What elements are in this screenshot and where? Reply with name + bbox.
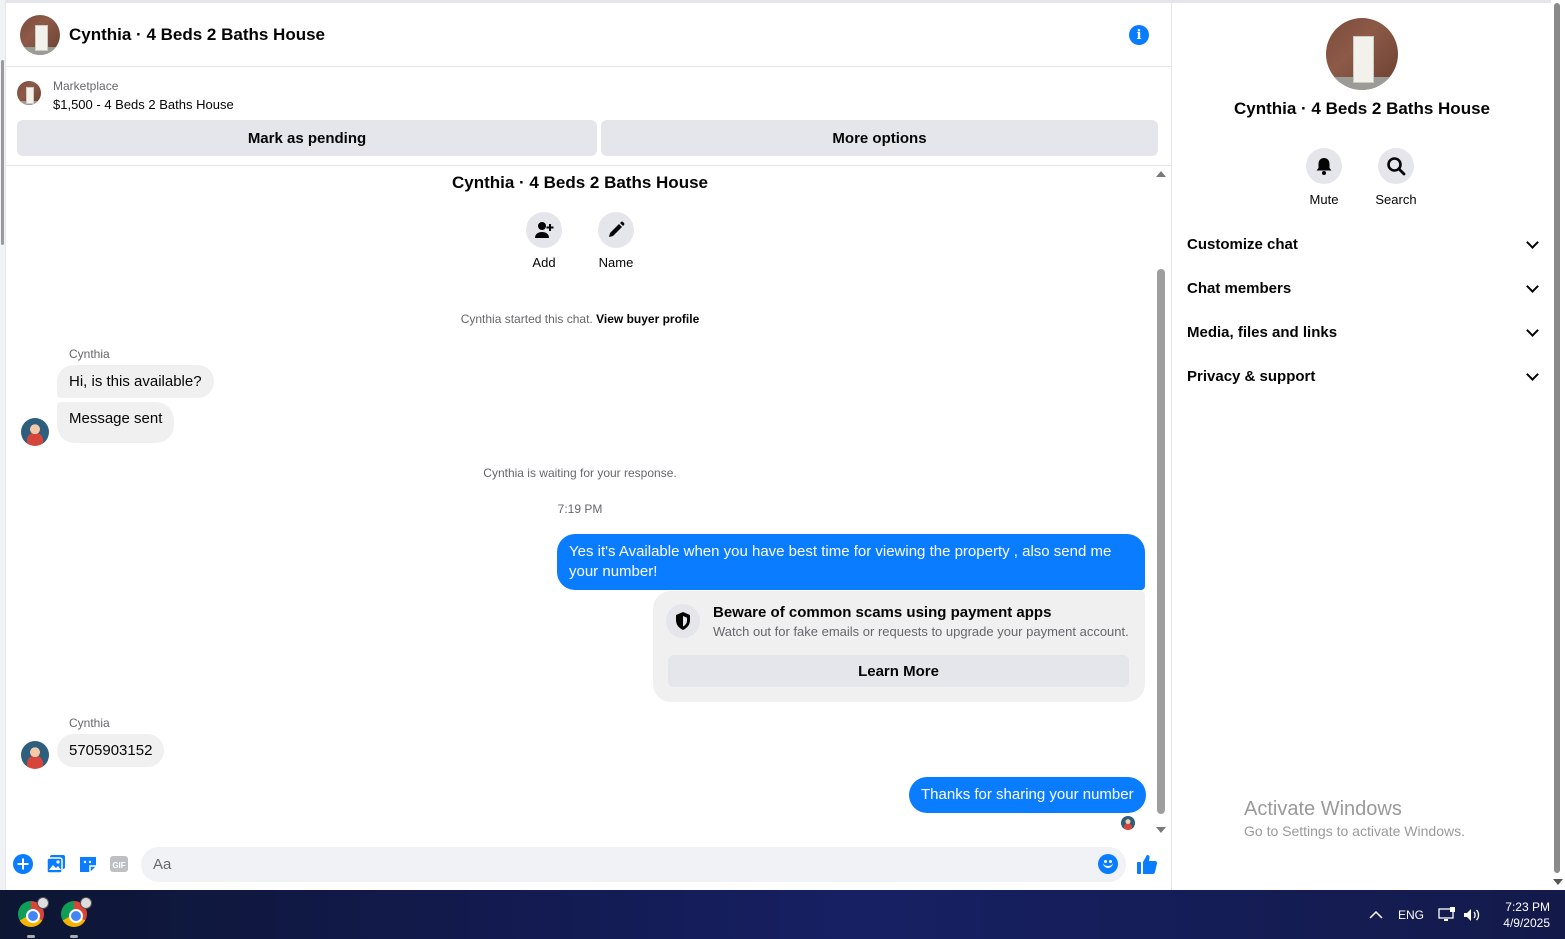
- name-chat-button[interactable]: Name: [586, 212, 646, 270]
- details-avatar[interactable]: [1326, 18, 1398, 90]
- gif-icon[interactable]: GIF: [109, 854, 129, 874]
- chat-scrollbar[interactable]: [1155, 171, 1167, 833]
- watermark-title: Activate Windows: [1244, 798, 1402, 820]
- chevron-down-icon[interactable]: [1527, 283, 1537, 293]
- active-indicator: [27, 935, 35, 938]
- activate-windows-watermark: Activate Windows Go to Settings to activ…: [1244, 798, 1465, 839]
- mute-label: Mute: [1309, 192, 1339, 207]
- chevron-down-icon[interactable]: [1527, 239, 1537, 249]
- active-indicator: [70, 935, 78, 938]
- add-people-button[interactable]: Add: [514, 212, 574, 270]
- bell-icon[interactable]: [1306, 148, 1342, 184]
- window-scrollbar[interactable]: [1551, 0, 1565, 890]
- window-scroll-thumb[interactable]: [1554, 3, 1560, 873]
- svg-text:GIF: GIF: [112, 861, 125, 870]
- chat-title[interactable]: Cynthia · 4 Beds 2 Baths House: [69, 25, 325, 45]
- pencil-icon[interactable]: [598, 212, 634, 248]
- marketplace-label: Marketplace: [53, 79, 119, 93]
- more-options-button[interactable]: More options: [601, 120, 1158, 156]
- conversation-title: Cynthia · 4 Beds 2 Baths House: [451, 173, 708, 192]
- sender-avatar[interactable]: [21, 741, 49, 769]
- sender-name: Cynthia: [69, 716, 110, 730]
- photo-icon[interactable]: [46, 854, 66, 874]
- view-buyer-profile-link[interactable]: View buyer profile: [596, 312, 699, 326]
- chat-scroll-thumb[interactable]: [1157, 269, 1165, 814]
- taskbar: ENG 7:23 PM 4/9/2025: [0, 890, 1565, 939]
- outgoing-message[interactable]: Thanks for sharing your number: [909, 777, 1146, 813]
- chrome-taskbar-icon[interactable]: [61, 897, 92, 927]
- incoming-message[interactable]: Message sent: [57, 402, 175, 443]
- section-label: Privacy & support: [1187, 367, 1316, 385]
- sticker-icon[interactable]: [78, 854, 98, 874]
- add-label: Add: [532, 255, 556, 270]
- profile-badge-icon: [80, 897, 92, 909]
- read-receipt-avatar: [1121, 816, 1135, 830]
- chrome-taskbar-icon[interactable]: [18, 897, 49, 927]
- search-icon[interactable]: [1378, 148, 1414, 184]
- info-icon[interactable]: i: [1129, 25, 1149, 45]
- search-label: Search: [1375, 192, 1417, 207]
- add-person-icon[interactable]: [526, 212, 562, 248]
- tray-chevron-up-icon[interactable]: [1369, 890, 1383, 939]
- chat-details-panel: Cynthia · 4 Beds 2 Baths House Mute Sear…: [1171, 0, 1551, 890]
- listing-avatar[interactable]: [20, 14, 60, 55]
- network-icon[interactable]: [1438, 890, 1456, 939]
- message-input[interactable]: [141, 847, 1126, 882]
- profile-badge-icon: [37, 897, 49, 909]
- volume-icon[interactable]: [1463, 890, 1481, 939]
- customize-chat-section[interactable]: Customize chat: [1187, 229, 1537, 259]
- chat-window: Cynthia · 4 Beds 2 Baths House i Marketp…: [6, 0, 1171, 890]
- incoming-message[interactable]: 5705903152: [57, 734, 165, 767]
- clock-time: 7:23 PM: [1505, 900, 1550, 914]
- mark-as-pending-button[interactable]: Mark as pending: [17, 120, 597, 156]
- learn-more-button[interactable]: Learn More: [668, 655, 1129, 687]
- language-indicator[interactable]: ENG: [1398, 890, 1424, 939]
- scroll-down-arrow[interactable]: [1156, 827, 1166, 833]
- sender-name: Cynthia: [69, 347, 110, 361]
- privacy-support-section[interactable]: Privacy & support: [1187, 361, 1537, 391]
- name-label: Name: [598, 255, 634, 270]
- window-scroll-down-arrow[interactable]: [1553, 879, 1563, 885]
- left-scroll-thumb[interactable]: [1, 60, 4, 245]
- chat-started-text: Cynthia started this chat.: [460, 312, 593, 326]
- chevron-down-icon[interactable]: [1527, 327, 1537, 337]
- section-label: Customize chat: [1187, 235, 1298, 253]
- chevron-down-icon[interactable]: [1527, 371, 1537, 381]
- watermark-subtitle: Go to Settings to activate Windows.: [1244, 823, 1465, 839]
- message-timestamp: 7:19 PM: [557, 502, 603, 516]
- message-composer: GIF: [6, 843, 1171, 885]
- search-button[interactable]: Search: [1366, 148, 1426, 207]
- scam-warning-description: Watch out for fake emails or requests to…: [713, 624, 1129, 639]
- scroll-up-arrow[interactable]: [1156, 171, 1166, 177]
- details-title: Cynthia · 4 Beds 2 Baths House: [1233, 99, 1490, 118]
- chat-started-notice: Cynthia started this chat. View buyer pr…: [6, 312, 1154, 326]
- emoji-icon[interactable]: [1098, 854, 1118, 874]
- listing-thumbnail[interactable]: [17, 81, 41, 105]
- media-files-links-section[interactable]: Media, files and links: [1187, 317, 1537, 347]
- mute-button[interactable]: Mute: [1294, 148, 1354, 207]
- scam-warning-card: Beware of common scams using payment app…: [653, 591, 1145, 702]
- system-clock[interactable]: 7:23 PM 4/9/2025: [1490, 899, 1550, 931]
- sender-avatar[interactable]: [21, 418, 49, 446]
- section-label: Chat members: [1187, 279, 1292, 297]
- listing-summary[interactable]: $1,500 - 4 Beds 2 Baths House: [53, 97, 234, 112]
- scam-warning-title: Beware of common scams using payment app…: [713, 604, 1052, 621]
- chat-header: Cynthia · 4 Beds 2 Baths House i: [6, 3, 1171, 67]
- incoming-message[interactable]: Hi, is this available?: [57, 365, 214, 398]
- chat-members-section[interactable]: Chat members: [1187, 273, 1537, 303]
- section-label: Media, files and links: [1187, 323, 1338, 341]
- shield-icon: [666, 604, 700, 638]
- outgoing-message[interactable]: Yes it's Available when you have best ti…: [557, 534, 1145, 590]
- plus-icon[interactable]: [13, 854, 33, 874]
- marketplace-banner: Marketplace $1,500 - 4 Beds 2 Baths Hous…: [6, 68, 1171, 166]
- thumbs-up-icon[interactable]: [1136, 853, 1158, 875]
- clock-date: 4/9/2025: [1503, 916, 1550, 930]
- waiting-notice: Cynthia is waiting for your response.: [483, 466, 677, 480]
